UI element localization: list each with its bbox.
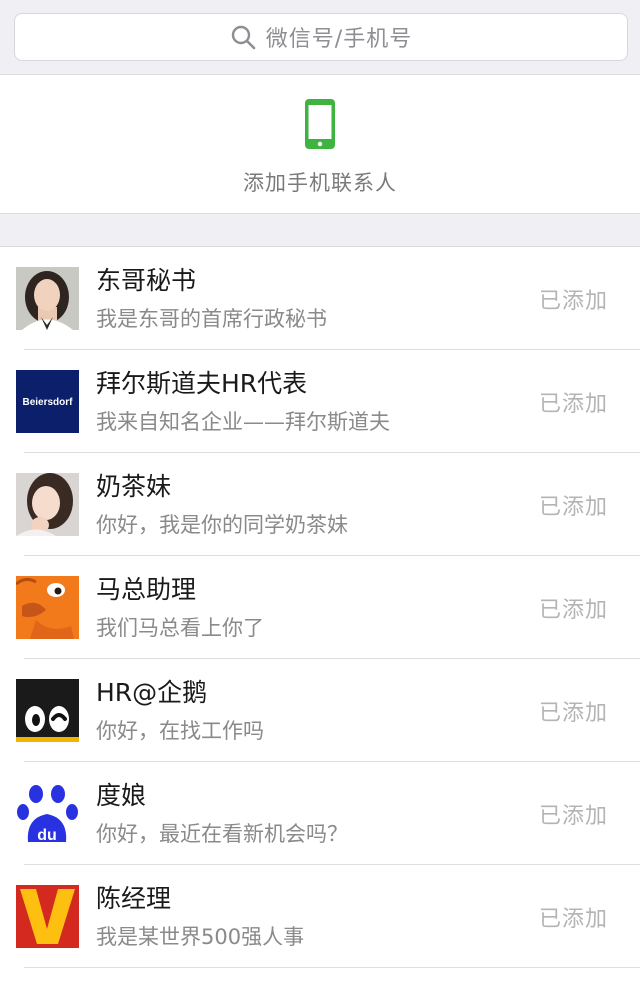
search-icon [231, 25, 256, 50]
avatar: Beiersdorf [16, 370, 79, 433]
add-phone-contacts-label: 添加手机联系人 [243, 171, 397, 195]
contact-row[interactable]: Beiersdorf 拜尔斯道夫HR代表 我来自知名企业——拜尔斯道夫 已添加 [0, 350, 640, 453]
avatar: du [16, 782, 79, 845]
contact-row[interactable]: 陈经理 我是某世界500强人事 已添加 [0, 865, 640, 968]
avatar [16, 267, 79, 330]
contact-list: 东哥秘书 我是东哥的首席行政秘书 已添加 Beiersdorf 拜尔斯道夫HR代… [0, 247, 640, 968]
search-bar-container: 微信号/手机号 [0, 0, 640, 75]
add-phone-contacts-button[interactable]: 添加手机联系人 [0, 75, 640, 213]
section-divider [0, 213, 640, 247]
search-input[interactable]: 微信号/手机号 [14, 13, 628, 61]
contact-row[interactable]: 奶茶妹 你好，我是你的同学奶茶妹 已添加 [0, 453, 640, 556]
added-status: 已添加 [538, 391, 608, 417]
avatar [16, 885, 79, 948]
search-placeholder: 微信号/手机号 [265, 27, 413, 52]
contact-row[interactable]: HR@企鹅 你好，在找工作吗 已添加 [0, 659, 640, 762]
contact-row[interactable]: du 度娘 你好，最近在看新机会吗？ 已添加 [0, 762, 640, 865]
contact-row[interactable]: 东哥秘书 我是东哥的首席行政秘书 已添加 [0, 247, 640, 350]
added-status: 已添加 [538, 700, 608, 726]
added-status: 已添加 [538, 597, 608, 623]
added-status: 已添加 [538, 288, 608, 314]
avatar [16, 576, 79, 639]
added-status: 已添加 [538, 803, 608, 829]
added-status: 已添加 [538, 906, 608, 932]
beiersdorf-logo: Beiersdorf [22, 397, 73, 408]
contact-row[interactable]: 马总助理 我们马总看上你了 已添加 [0, 556, 640, 659]
avatar [16, 679, 79, 742]
svg-text:du: du [37, 827, 57, 844]
avatar [16, 473, 79, 536]
mobile-phone-icon [305, 99, 335, 149]
added-status: 已添加 [538, 494, 608, 520]
